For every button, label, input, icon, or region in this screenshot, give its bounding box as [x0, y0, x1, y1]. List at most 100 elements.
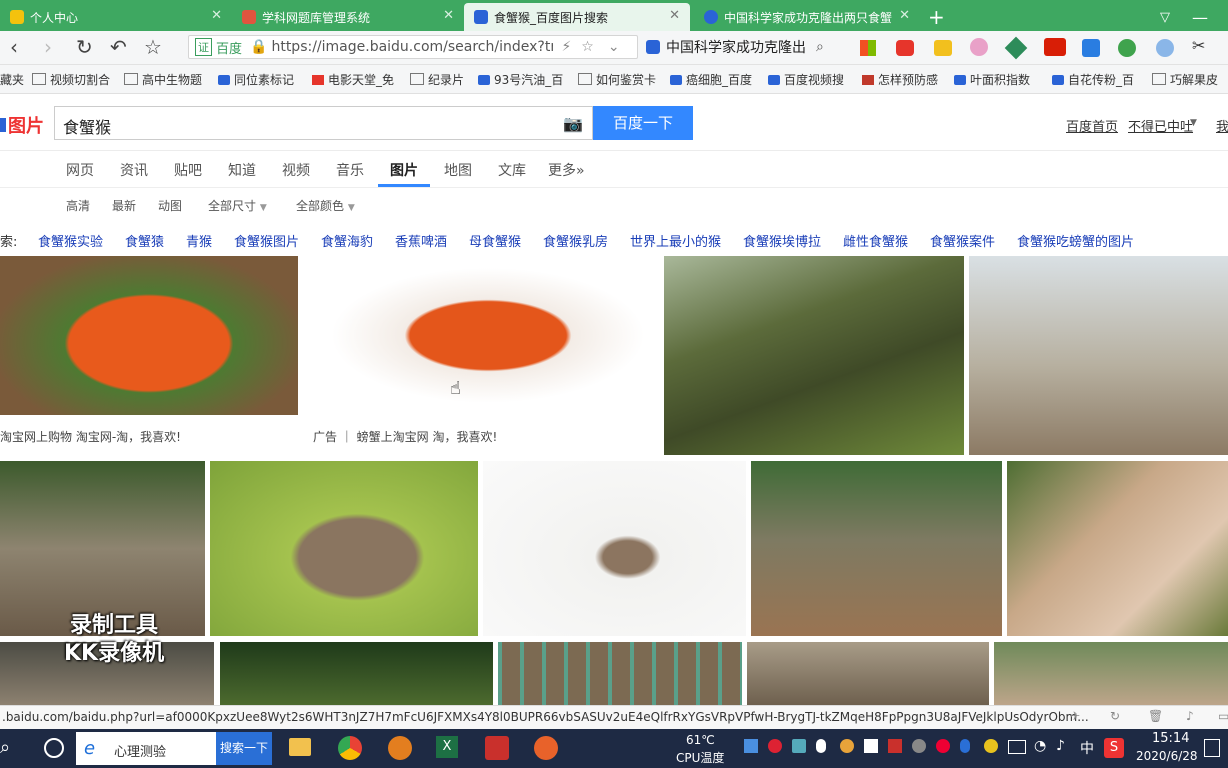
trash-icon[interactable]: 🗑 — [1148, 709, 1163, 723]
macaque-grooming-image[interactable] — [1007, 461, 1228, 636]
tray-icon[interactable] — [984, 739, 998, 753]
macaque-on-temple-image[interactable] — [664, 256, 964, 455]
bookmark-item[interactable]: 怎样预防感 — [862, 71, 938, 88]
minimize-icon[interactable]: — — [1190, 3, 1212, 31]
bookmark-item[interactable]: 叶面积指数 — [954, 71, 1030, 88]
related-link[interactable]: 食蟹猿 — [125, 231, 164, 250]
tab-zhidao[interactable]: 知道 — [228, 160, 256, 180]
baidu-image-logo[interactable]: 图片 — [0, 112, 44, 138]
user-menu-link[interactable]: 不得已中吐 — [1128, 116, 1193, 135]
shield-icon[interactable] — [864, 739, 878, 753]
macaque-image[interactable] — [747, 642, 989, 705]
tab-video[interactable]: 视频 — [282, 160, 310, 180]
layers-icon[interactable] — [1004, 36, 1028, 60]
close-icon[interactable]: ✕ — [669, 8, 680, 23]
bookmark-item[interactable]: 93号汽油_百 — [478, 71, 563, 88]
more-link[interactable]: 我 — [1216, 116, 1228, 135]
tray-icon[interactable] — [936, 739, 950, 753]
ad-caption[interactable]: 广告 ｜ 螃蟹上淘宝网 淘，我喜欢! — [313, 428, 497, 445]
tab-baidu-images[interactable]: 食蟹猴_百度图片搜索 ✕ — [464, 3, 690, 31]
bookmark-item[interactable]: 巧解果皮 — [1152, 71, 1218, 88]
related-link[interactable]: 食蟹猴乳房 — [543, 231, 608, 250]
caged-macaques-image[interactable] — [498, 642, 742, 705]
refresh-icon[interactable]: ↻ — [1110, 709, 1120, 723]
filter-size[interactable]: 全部尺寸 ▼ — [208, 197, 267, 214]
battery-icon[interactable] — [1008, 740, 1026, 754]
close-icon[interactable]: ✕ — [211, 8, 222, 23]
crab-image[interactable] — [304, 256, 658, 415]
macaque-group-image[interactable] — [0, 461, 205, 636]
tab-images[interactable]: 图片 — [390, 160, 418, 180]
tab-more[interactable]: 更多» — [548, 160, 585, 180]
related-link[interactable]: 食蟹海豹 — [321, 231, 373, 250]
dictionary-icon[interactable] — [485, 736, 509, 760]
related-link[interactable]: 食蟹猴埃博拉 — [743, 231, 821, 250]
window-icon[interactable]: ▭ — [1218, 709, 1228, 723]
tray-icon[interactable] — [768, 739, 782, 753]
cortana-icon[interactable] — [44, 738, 64, 758]
browser-360-icon[interactable] — [338, 736, 362, 760]
macaque-pair-image[interactable] — [969, 256, 1228, 455]
volume-icon[interactable]: ♪ — [1056, 738, 1065, 754]
related-link[interactable]: 食蟹猴吃螃蟹的图片 — [1017, 231, 1134, 250]
sogou-ime-icon[interactable]: S — [1104, 738, 1124, 758]
clock-date[interactable]: 2020/6/28 — [1136, 749, 1198, 763]
related-link[interactable]: 食蟹猴案件 — [930, 231, 995, 250]
tray-icon[interactable] — [792, 739, 806, 753]
tab-web[interactable]: 网页 — [66, 160, 94, 180]
recorder-icon[interactable] — [534, 736, 558, 760]
bookmark-item[interactable]: 同位素标记 — [218, 71, 294, 88]
address-bar[interactable]: 证 百度 🔒 https://image.baidu.com/search/in… — [188, 35, 638, 59]
cloud-icon[interactable] — [1156, 39, 1174, 57]
wifi-icon[interactable]: ◔ — [1034, 738, 1046, 754]
speaker-icon[interactable]: ♪ — [1186, 709, 1194, 723]
tray-icon[interactable] — [912, 739, 926, 753]
close-icon[interactable]: ✕ — [443, 8, 454, 23]
macaque-eating-image[interactable] — [210, 461, 478, 636]
back-icon[interactable]: ‹ — [10, 36, 18, 58]
tab-clone-news[interactable]: 中国科学家成功克隆出两只食蟹 ✕ — [694, 3, 920, 31]
macaque-image[interactable] — [994, 642, 1228, 705]
tshirt-icon[interactable]: ▽ — [1158, 3, 1180, 31]
browser-search[interactable]: 中国科学家成功克隆出 ⌕ — [646, 35, 846, 59]
scissors-icon[interactable]: ✂ — [1192, 36, 1205, 55]
microphone-icon[interactable] — [816, 739, 826, 753]
bookmark-item[interactable]: 视频切割合 — [32, 71, 110, 88]
related-link[interactable]: 母食蟹猴 — [469, 231, 521, 250]
macaque-image[interactable] — [220, 642, 493, 705]
search-button[interactable]: 百度一下 — [593, 106, 693, 140]
clock-time[interactable]: 15:14 — [1152, 731, 1189, 746]
favorite-icon[interactable]: ☆ — [581, 39, 594, 55]
bookmark-item[interactable]: 如何鉴赏卡 — [578, 71, 656, 88]
new-badge-icon[interactable] — [1044, 38, 1066, 56]
game-icon[interactable] — [896, 40, 914, 56]
taskbar-search-button[interactable]: 搜索一下 — [216, 732, 272, 765]
tray-icon[interactable] — [840, 739, 854, 753]
bookmark-item[interactable]: 癌细胞_百度 — [670, 71, 752, 88]
app-icon[interactable] — [1082, 39, 1100, 57]
search-icon[interactable]: ⌕ — [816, 39, 824, 55]
tab-wenku[interactable]: 文库 — [498, 160, 526, 180]
crab-image[interactable] — [0, 256, 298, 415]
tab-personal-center[interactable]: 个人中心 ✕ — [0, 3, 232, 31]
star-icon[interactable]: ☆ — [144, 36, 162, 58]
filter-hd[interactable]: 高清 — [66, 197, 90, 214]
related-link[interactable]: 青猴 — [186, 231, 212, 250]
related-link[interactable]: 食蟹猴实验 — [38, 231, 103, 250]
search-icon[interactable]: ⌕ — [0, 737, 10, 758]
bluetooth-icon[interactable] — [960, 739, 970, 753]
new-tab-button[interactable]: + — [926, 3, 950, 31]
windows-icon[interactable] — [860, 40, 876, 56]
globe-icon[interactable] — [1118, 39, 1136, 57]
bookmark-item[interactable]: 纪录片 — [410, 71, 464, 88]
reload-icon[interactable]: ↻ — [76, 36, 93, 58]
tray-icon[interactable] — [744, 739, 758, 753]
notification-icon[interactable] — [1204, 739, 1220, 757]
close-icon[interactable]: ✕ — [899, 8, 910, 23]
app-icon[interactable] — [388, 736, 412, 760]
tab-question-bank[interactable]: 学科网题库管理系统 ✕ — [232, 3, 464, 31]
bookmark-item[interactable]: 高中生物题 — [124, 71, 202, 88]
chevron-down-icon[interactable]: ⌄ — [608, 39, 620, 55]
related-link[interactable]: 食蟹猴图片 — [234, 231, 299, 250]
related-link[interactable]: 世界上最小的猴 — [630, 231, 721, 250]
